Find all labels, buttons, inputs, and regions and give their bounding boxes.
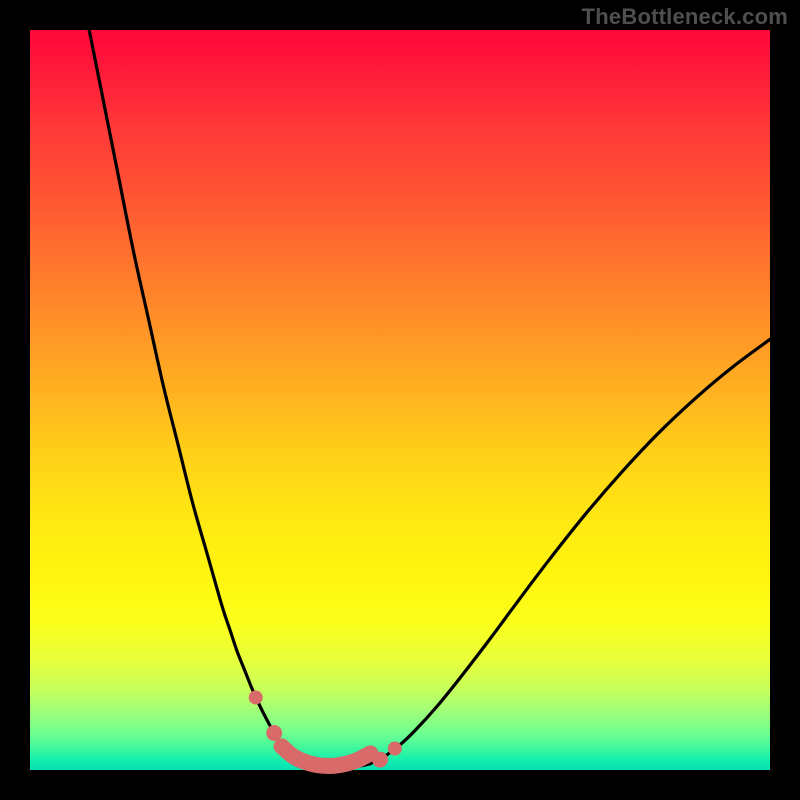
left-upper-dot: [249, 690, 263, 704]
curve-layer: [30, 30, 770, 770]
right-lower-dot: [372, 752, 388, 768]
chart-frame: TheBottleneck.com: [0, 0, 800, 800]
valley-u-patch: [282, 746, 371, 766]
right-upper-dot: [388, 742, 402, 756]
left-lower-dot: [266, 725, 282, 741]
plot-area: [30, 30, 770, 770]
left-curve: [89, 30, 296, 760]
watermark-text: TheBottleneck.com: [582, 4, 788, 30]
marker-dots: [249, 690, 402, 767]
right-curve: [370, 339, 770, 763]
